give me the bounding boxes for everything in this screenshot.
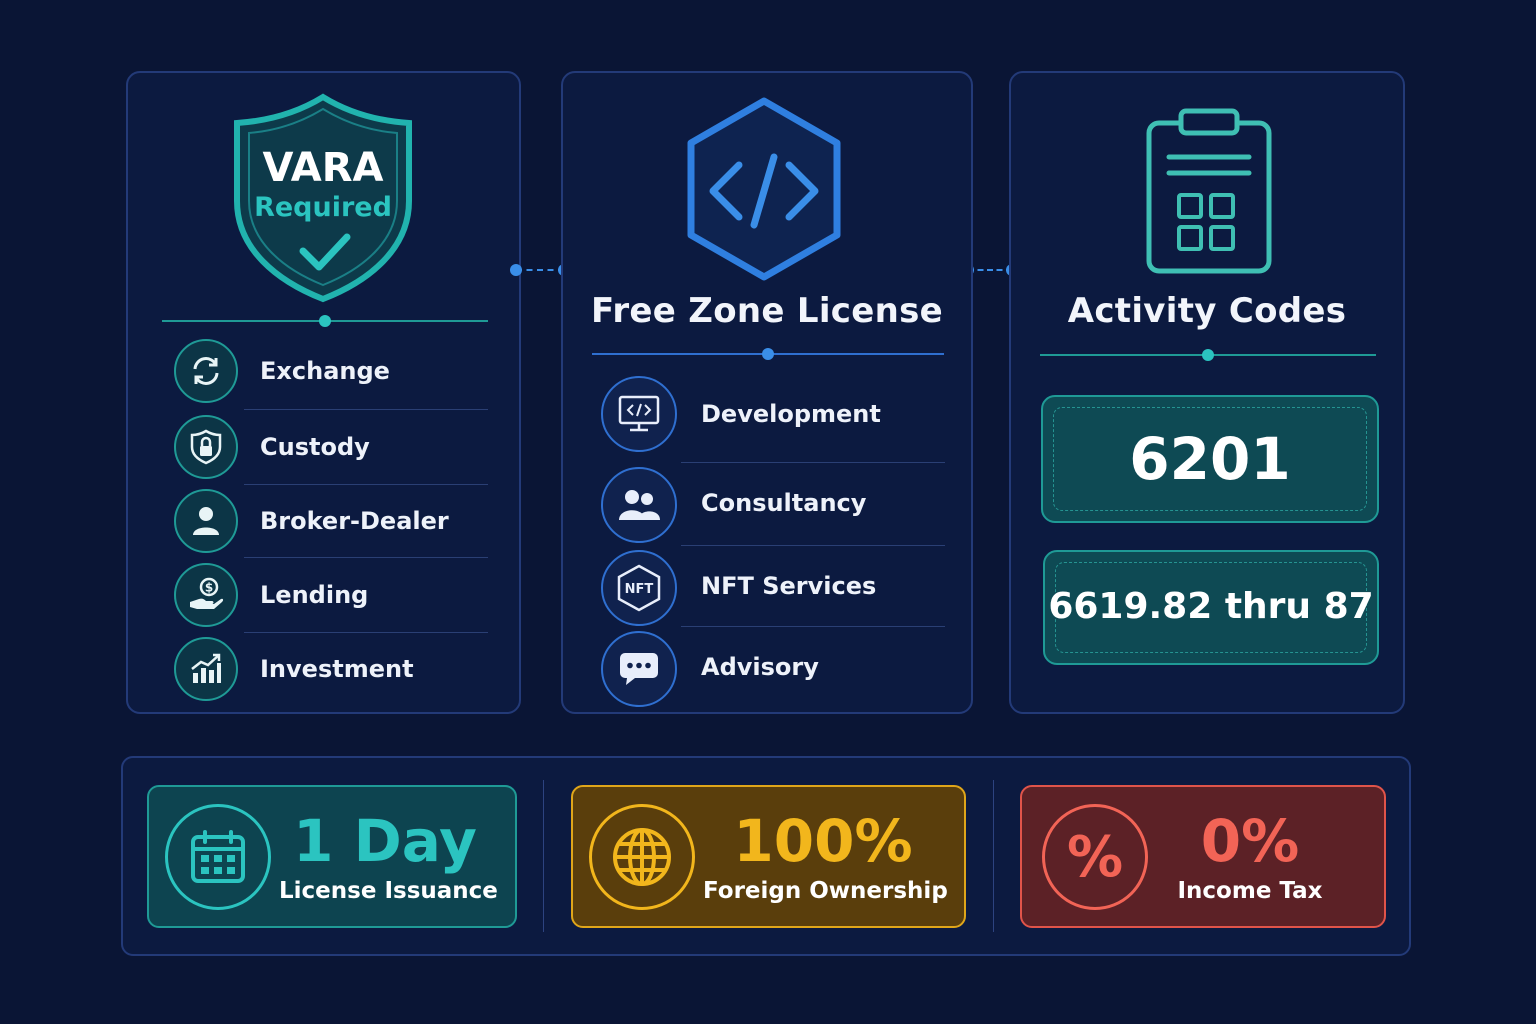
stat-label: Income Tax [1177,878,1323,904]
stat-card: 100% Foreign Ownership [571,785,966,928]
code-hexagon-icon [687,97,841,281]
item-label: NFT Services [701,572,877,600]
calendar-icon [165,804,271,910]
svg-text:NFT: NFT [625,582,654,597]
item-separator [244,557,488,558]
code-value: 6201 [1129,425,1291,493]
code-badge: 6201 [1041,395,1379,523]
code-badge: 6619.82 thru 87 [1043,550,1379,665]
stat-label: Foreign Ownership [703,878,948,904]
growth-chart-icon [174,637,238,701]
item-label: Consultancy [701,489,867,517]
list-item: Investment [174,637,494,707]
clipboard-grid-icon [1146,108,1272,274]
vara-card: VARA Required Exchange Custody Broker-De… [126,71,521,714]
free-zone-divider [592,348,944,360]
lock-shield-icon [174,415,238,479]
people-icon [601,467,677,543]
chat-bubble-icon [601,631,677,707]
item-label: Investment [260,655,414,683]
item-separator [681,545,945,546]
list-item: Development [601,376,941,452]
stat-value: 0% [1200,807,1300,875]
item-separator [244,632,488,633]
item-separator [681,626,945,627]
stats-separator [993,780,994,932]
svg-text:$: $ [205,581,213,595]
list-item: Advisory [601,631,941,707]
list-item: Broker-Dealer [174,489,494,559]
list-item: NFT NFT Services [601,550,941,626]
card-title: Activity Codes [1067,291,1347,331]
item-label: Exchange [260,357,390,385]
stat-value: 100% [733,807,913,875]
stat-value: 1 Day [293,807,477,875]
item-label: Development [701,400,881,428]
person-icon [174,489,238,553]
item-label: Broker-Dealer [260,507,449,535]
stat-card: 1 Day License Issuance [147,785,517,928]
stat-card: % 0% Income Tax [1020,785,1386,928]
vara-divider [162,315,488,327]
nft-badge-icon: NFT [601,550,677,626]
stat-label: License Issuance [279,878,498,904]
stats-separator [543,780,544,932]
shield-subtitle: Required [254,192,392,223]
connector-line [516,269,564,273]
globe-icon [589,804,695,910]
exchange-arrows-icon [174,339,238,403]
hand-coin-icon: $ [174,563,238,627]
connector-dot [510,264,522,276]
list-item: Exchange [174,339,494,409]
item-separator [244,409,488,410]
list-item: Consultancy [601,467,941,543]
monitor-code-icon [601,376,677,452]
card-title: Free Zone License [590,291,944,331]
free-zone-card: Free Zone License Development Consultanc… [561,71,973,714]
list-item: Custody [174,415,494,485]
list-item: $ Lending [174,563,494,633]
percent-icon: % [1042,804,1148,910]
item-label: Custody [260,433,370,461]
activity-codes-card: Activity Codes 6201 6619.82 thru 87 [1009,71,1405,714]
activity-codes-divider [1040,349,1376,361]
item-label: Advisory [701,653,819,681]
code-value: 6619.82 thru 87 [1048,586,1374,627]
item-separator [681,462,945,463]
shield-title: VARA [262,145,384,191]
item-separator [244,484,488,485]
item-label: Lending [260,581,369,609]
